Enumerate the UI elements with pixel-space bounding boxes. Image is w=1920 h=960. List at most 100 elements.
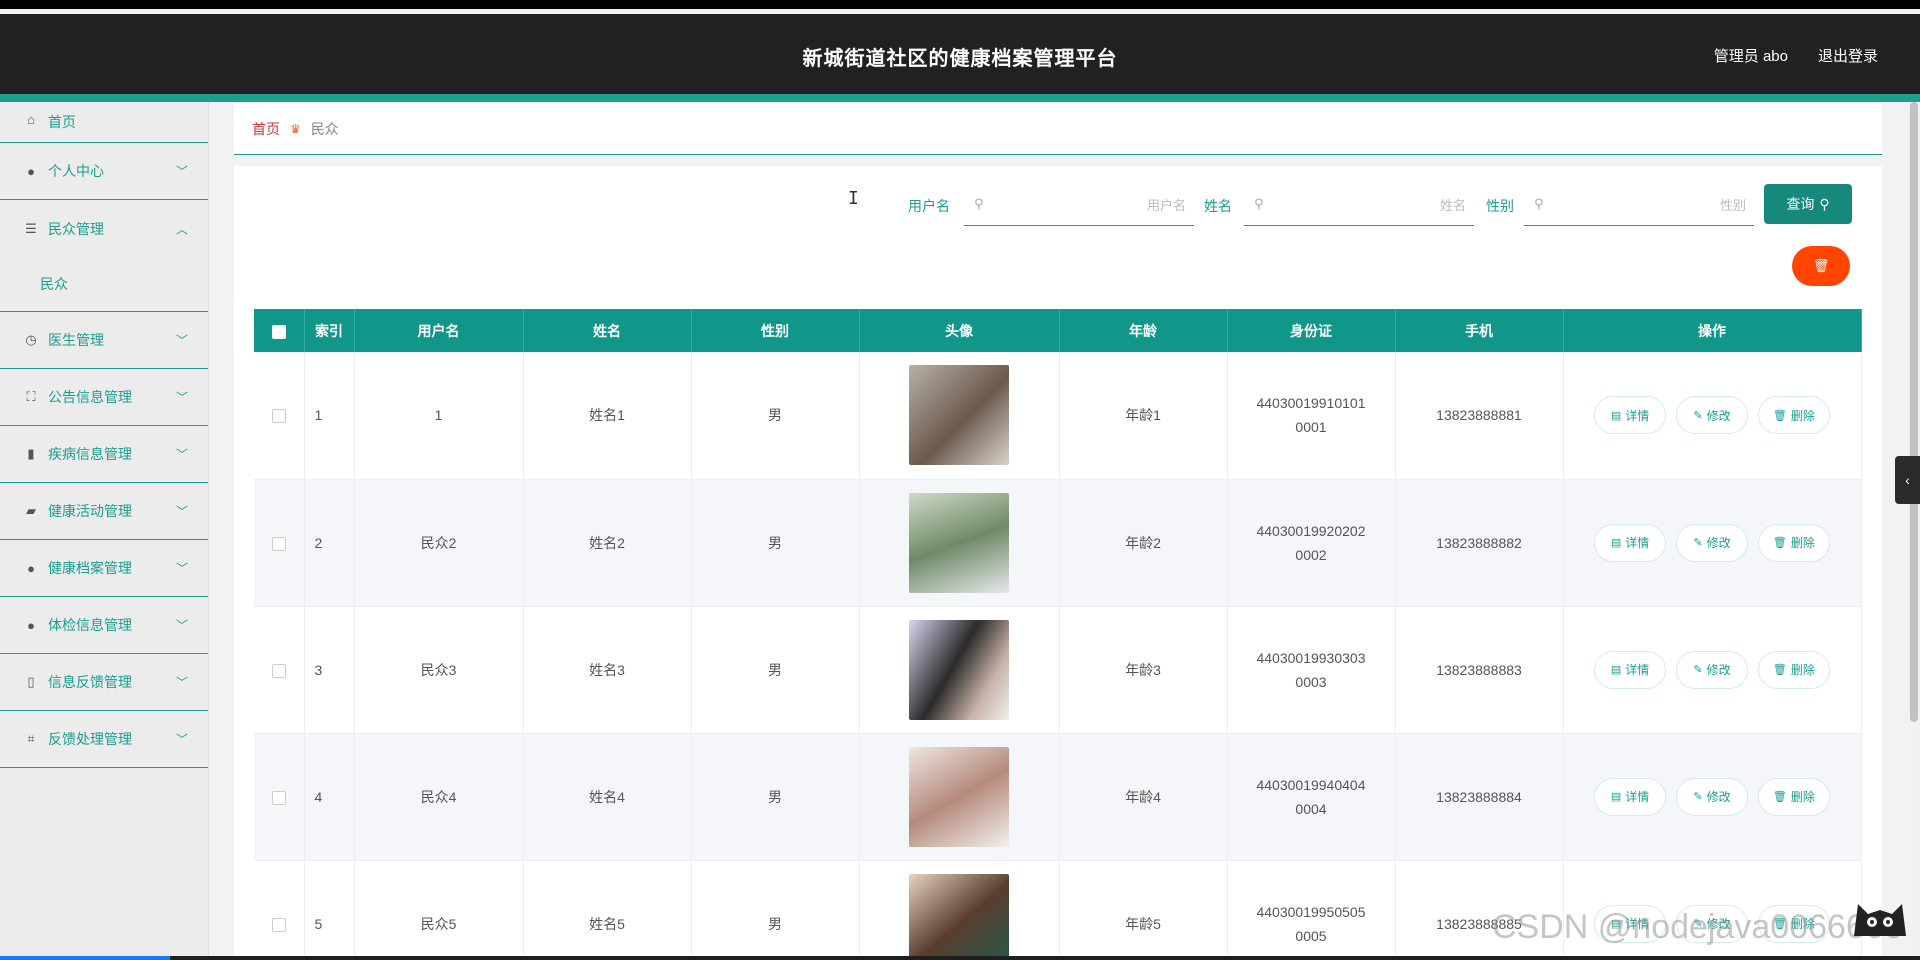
row-phone: 13823888881 xyxy=(1395,352,1564,480)
delete-button[interactable]: 🗑 删除 xyxy=(1757,523,1830,562)
row-select-cell xyxy=(254,733,305,861)
trash-icon: 🗑 xyxy=(1772,409,1787,422)
scan-icon: ⛶ xyxy=(26,389,36,404)
row-checkbox[interactable] xyxy=(271,536,286,551)
edit-button[interactable]: ✎ 修改 xyxy=(1676,777,1748,816)
edit-label: 修改 xyxy=(1706,408,1731,423)
trash-icon: 🗑 xyxy=(1772,791,1787,803)
sidebar-item-home[interactable]: ⌂ 首页 xyxy=(0,102,208,143)
row-gender: 男 xyxy=(691,352,860,480)
batch-delete-button[interactable]: 🗑 xyxy=(1792,246,1850,286)
row-age: 年龄3 xyxy=(1059,606,1228,734)
pencil-icon: ✎ xyxy=(1693,409,1703,422)
sidebar-item-disease-management[interactable]: ▮ 疾病信息管理 ﹀ xyxy=(0,426,208,483)
row-checkbox[interactable] xyxy=(271,663,286,678)
sidebar-item-feedback-management[interactable]: ▯ 信息反馈管理 ﹀ xyxy=(0,654,208,711)
row-id: 440300199303030003 xyxy=(1256,649,1366,690)
row-age: 年龄1 xyxy=(1059,352,1228,480)
sidebar: ⌂ 首页 ● 个人中心 ﹀ ☰ 民众管理 ︿ 民众 ◷ 医生管理 ﹀ ⛶ 公告信… xyxy=(0,102,209,956)
name-field[interactable]: ⚲ xyxy=(1244,184,1474,226)
row-checkbox[interactable] xyxy=(271,409,286,424)
row-username: 1 xyxy=(354,352,524,480)
row-id-cell: 440300199101010001 xyxy=(1227,352,1396,480)
gender-input[interactable] xyxy=(1554,194,1746,216)
bottom-progress-bar xyxy=(0,956,1920,960)
table-row: 2 民众2 姓名2 男 年龄2 440300199202020002 13823… xyxy=(254,479,1862,607)
chevron-left-icon: ‹ xyxy=(1905,472,1910,488)
breadcrumb-home[interactable]: 首页 xyxy=(252,119,280,139)
row-name: 姓名5 xyxy=(523,860,692,960)
sidebar-item-checkup-management[interactable]: ● 体检信息管理 ﹀ xyxy=(0,597,208,654)
sidebar-item-doctor-management[interactable]: ◷ 医生管理 ﹀ xyxy=(0,312,208,369)
sidebar-item-feedback-handling[interactable]: ⌗ 反馈处理管理 ﹀ xyxy=(0,711,208,768)
search-icon: ⚲ xyxy=(974,196,984,211)
edit-button[interactable]: ✎ 修改 xyxy=(1676,523,1748,562)
app-title: 新城街道社区的健康档案管理平台 xyxy=(802,48,1118,70)
row-checkbox[interactable] xyxy=(271,917,286,932)
delete-button[interactable]: 🗑 删除 xyxy=(1757,777,1830,816)
detail-button[interactable]: ▤ 详情 xyxy=(1594,523,1667,562)
row-actions: ▤ 详情 ✎ 修改 🗑 删除 xyxy=(1563,733,1862,861)
search-icon: ⚲ xyxy=(1534,196,1544,211)
cat-mascot-icon xyxy=(1854,904,1906,936)
edit-button[interactable]: ✎ 修改 xyxy=(1676,396,1748,435)
row-avatar-cell xyxy=(859,352,1060,480)
name-input[interactable] xyxy=(1274,194,1466,216)
logout-link[interactable]: 退出登录 xyxy=(1818,45,1878,66)
row-id-cell: 440300199303030003 xyxy=(1227,606,1396,734)
col-header: 头像 xyxy=(859,309,1060,352)
row-avatar-cell xyxy=(859,479,1060,607)
query-button-label: 查询 xyxy=(1786,196,1815,212)
sidebar-item-label: 个人中心 xyxy=(48,163,104,179)
row-select-cell xyxy=(254,479,305,607)
row-actions: ▤ 详情 ✎ 修改 🗑 删除 xyxy=(1563,352,1862,480)
delete-button[interactable]: 🗑 删除 xyxy=(1757,650,1830,689)
sidebar-item-personal-center[interactable]: ● 个人中心 ﹀ xyxy=(0,143,208,200)
sidebar-item-notice-management[interactable]: ⛶ 公告信息管理 ﹀ xyxy=(0,369,208,426)
row-select-cell xyxy=(254,352,305,480)
delete-button[interactable]: 🗑 删除 xyxy=(1757,396,1830,435)
detail-button[interactable]: ▤ 详情 xyxy=(1594,396,1667,435)
sidebar-item-activity-management[interactable]: ▰ 健康活动管理 ﹀ xyxy=(0,483,208,540)
search-icon: ⚲ xyxy=(1819,195,1830,212)
row-index: 1 xyxy=(304,352,355,480)
row-id: 440300199404040004 xyxy=(1256,776,1366,817)
app-header: 新城街道社区的健康档案管理平台 管理员 abo 退出登录 xyxy=(0,14,1920,94)
edit-button[interactable]: ✎ 修改 xyxy=(1676,650,1748,689)
sidebar-item-label: 体检信息管理 xyxy=(48,617,132,633)
detail-button[interactable]: ▤ 详情 xyxy=(1594,650,1667,689)
avatar xyxy=(909,619,1009,720)
row-phone: 13823888884 xyxy=(1395,733,1564,861)
vertical-scrollbar[interactable] xyxy=(1908,102,1920,956)
scrollbar-thumb[interactable] xyxy=(1910,102,1918,722)
sidebar-item-citizen-management[interactable]: ☰ 民众管理 ︿ xyxy=(0,200,208,257)
select-all-checkbox[interactable] xyxy=(271,324,286,339)
row-phone: 13823888882 xyxy=(1395,479,1564,607)
row-checkbox[interactable] xyxy=(271,790,286,805)
username-field[interactable]: ⚲ xyxy=(964,184,1194,226)
sidebar-item-record-management[interactable]: ● 健康档案管理 ﹀ xyxy=(0,540,208,597)
trash-icon: 🗑 xyxy=(1772,664,1787,676)
pencil-icon: ✎ xyxy=(1693,791,1703,803)
sidebar-item-label: 反馈处理管理 xyxy=(48,731,132,747)
row-gender: 男 xyxy=(691,479,860,607)
top-frame xyxy=(0,0,1920,9)
row-gender: 男 xyxy=(691,860,860,960)
sidebar-subitem-citizen[interactable]: 民众 xyxy=(0,257,208,312)
name-label: 姓名 xyxy=(1204,198,1232,214)
gender-field[interactable]: ⚲ xyxy=(1524,184,1754,226)
detail-label: 详情 xyxy=(1625,408,1650,423)
select-all-cell xyxy=(254,309,305,352)
query-button[interactable]: 查询 ⚲ xyxy=(1764,184,1852,224)
avatar xyxy=(909,873,1009,960)
chevron-down-icon: ﹀ xyxy=(175,333,188,348)
gender-label: 性别 xyxy=(1486,198,1514,214)
row-username: 民众3 xyxy=(354,606,524,734)
trash-icon: 🗑 xyxy=(1772,537,1787,549)
detail-button[interactable]: ▤ 详情 xyxy=(1594,777,1667,816)
crop-icon: ⌗ xyxy=(27,731,35,746)
side-panel-toggle[interactable]: ‹ xyxy=(1895,456,1920,504)
sidebar-item-label: 健康活动管理 xyxy=(48,503,132,519)
chevron-down-icon: ﹀ xyxy=(175,618,188,633)
username-input[interactable] xyxy=(994,194,1186,216)
